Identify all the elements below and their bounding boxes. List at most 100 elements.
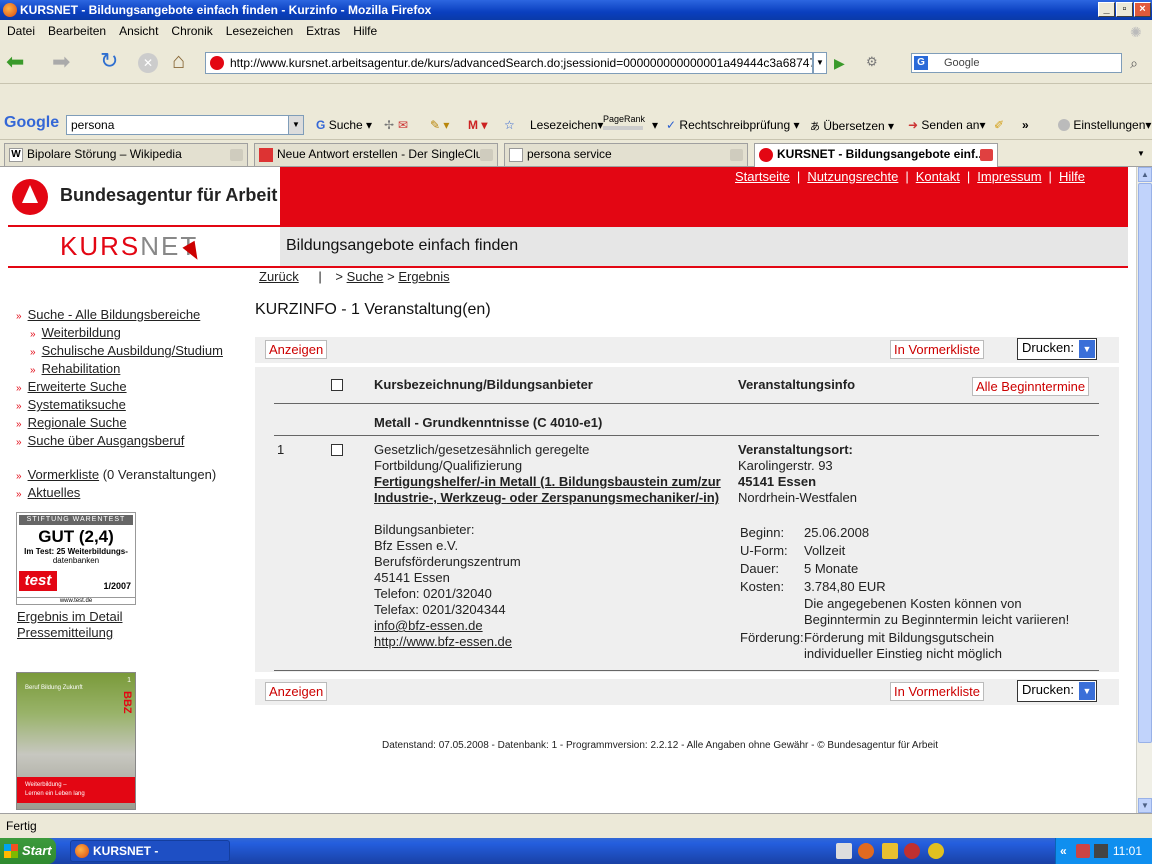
plugin-icon[interactable]: ⚙ xyxy=(866,54,884,72)
tab-close-icon[interactable] xyxy=(230,149,243,161)
google-rechtschreib-button[interactable]: ✓ Rechtschreibprüfung ▾ xyxy=(666,118,800,132)
back-arrow-icon[interactable]: ⬅ xyxy=(6,51,32,74)
quicklaunch-media-icon[interactable] xyxy=(928,843,944,859)
vormerkliste-button[interactable]: In Vormerkliste xyxy=(890,340,984,359)
reload-icon[interactable]: ↻ xyxy=(100,50,124,74)
google-search-input[interactable]: persona xyxy=(66,115,304,135)
crumb-suche[interactable]: Suche xyxy=(347,269,384,284)
google-logo[interactable]: Google xyxy=(4,114,59,132)
course-title-link[interactable]: Fertigungshelfer/-in Metall (1. Bildungs… xyxy=(374,474,721,506)
autofill-icon[interactable]: ✎ ▾ xyxy=(430,118,449,132)
tab-wikipedia[interactable]: W Bipolare Störung – Wikipedia xyxy=(4,143,248,166)
menu-lesezeichen[interactable]: Lesezeichen xyxy=(219,20,299,38)
nav-item-alle[interactable]: » Suche - Alle Bildungsbereiche xyxy=(16,307,223,325)
scrollbar-thumb[interactable] xyxy=(1138,183,1152,743)
nav-item-weiterbildung[interactable]: » Weiterbildung xyxy=(16,325,223,343)
tray-expand-icon[interactable]: « xyxy=(1060,838,1067,864)
crumb-ergebnis[interactable]: Ergebnis xyxy=(398,269,449,284)
quicklaunch-app-icon[interactable] xyxy=(904,843,920,859)
minimize-button[interactable]: _ xyxy=(1098,2,1115,17)
google-lesezeichen-button[interactable]: Lesezeichen▾ xyxy=(530,118,603,132)
quicklaunch-pen-icon[interactable] xyxy=(882,843,898,859)
menu-hilfe[interactable]: Hilfe xyxy=(346,20,383,38)
popup-blocker-icon[interactable]: ✉ xyxy=(398,118,408,132)
scroll-down-icon[interactable]: ▼ xyxy=(1138,798,1152,813)
taskbar-item-firefox[interactable]: KURSNET - Bildungsan... xyxy=(70,840,230,862)
tab-close-icon[interactable] xyxy=(730,149,743,161)
link-startseite[interactable]: Startseite xyxy=(735,169,790,184)
menu-datei[interactable]: Datei xyxy=(0,20,41,38)
pagerank-indicator[interactable]: PageRank xyxy=(603,114,645,130)
google-einstellungen-button[interactable]: Einstellungen▾ xyxy=(1058,118,1151,132)
google-senden-button[interactable]: ➜ Senden an▾ xyxy=(908,118,986,132)
left-navigation: » Suche - Alle Bildungsbereiche » Weiterbi… xyxy=(16,307,223,503)
forward-arrow-icon[interactable]: ➡ xyxy=(52,51,78,74)
menu-bearbeiten[interactable]: Bearbeiten xyxy=(41,20,112,38)
nav-item-rehabilitation[interactable]: » Rehabilitation xyxy=(16,361,223,379)
link-nutzungsrechte[interactable]: Nutzungsrechte xyxy=(807,169,898,184)
stop-icon[interactable]: ✕ xyxy=(138,53,158,73)
quicklaunch-icon[interactable] xyxy=(836,843,852,859)
alle-beginntermine-button[interactable]: Alle Beginntermine xyxy=(972,377,1090,396)
email-link[interactable]: info@bfz-essen.de xyxy=(374,618,721,634)
menu-chronik[interactable]: Chronik xyxy=(164,20,218,38)
web-search-input[interactable]: G Google xyxy=(911,53,1122,73)
bbz-brochure-image[interactable]: Beruf Bildung Zukunft 1 BBZ Weiterbildun… xyxy=(16,672,136,810)
anzeigen-button[interactable]: Anzeigen xyxy=(265,340,328,359)
drucken-select-bottom[interactable]: Drucken: ▼ xyxy=(1017,680,1097,702)
url-dropdown-icon[interactable]: ▼ xyxy=(813,52,827,74)
go-icon[interactable]: ▶ xyxy=(834,53,852,73)
google-uebersetzen-button[interactable]: あ Übersetzen ▾ xyxy=(810,118,894,133)
menu-ansicht[interactable]: Ansicht xyxy=(112,20,164,38)
nav-item-regional[interactable]: » Regionale Suche xyxy=(16,415,223,433)
google-more-button[interactable]: » xyxy=(1022,118,1029,132)
google-dropdown-icon[interactable]: ▼ xyxy=(288,116,303,134)
tab-kursnet[interactable]: KURSNET - Bildungsangebote einf... xyxy=(754,143,998,167)
row-checkbox[interactable] xyxy=(331,444,343,456)
quicklaunch-firefox-icon[interactable] xyxy=(858,843,874,859)
gmail-icon[interactable]: M ▾ xyxy=(468,118,487,132)
scroll-up-icon[interactable]: ▲ xyxy=(1138,167,1152,182)
menu-extras[interactable]: Extras xyxy=(299,20,346,38)
nav-item-ausgangsberuf[interactable]: » Suche über Ausgangsberuf xyxy=(16,433,223,451)
crumb-zurueck[interactable]: Zurück xyxy=(259,269,299,284)
nav-item-aktuelles[interactable]: » Aktuelles xyxy=(16,485,223,503)
link-pressemitteilung[interactable]: Pressemitteilung xyxy=(17,625,113,641)
tray-app-icon[interactable] xyxy=(1076,844,1090,858)
nav-item-schulisch[interactable]: » Schulische Ausbildung/Studium xyxy=(16,343,223,361)
tab-list-icon[interactable]: ▼ xyxy=(1134,146,1148,162)
link-ergebnis-detail[interactable]: Ergebnis im Detail xyxy=(17,609,123,625)
highlighter-icon[interactable]: ✐ xyxy=(994,118,1004,132)
tray-network-icon[interactable] xyxy=(1094,844,1108,858)
search-icon[interactable]: ⌕ xyxy=(1124,53,1144,73)
nav-item-systematik[interactable]: » Systematiksuche xyxy=(16,397,223,415)
tab-close-icon[interactable] xyxy=(980,149,993,161)
test-seal[interactable]: STIFTUNG WARENTEST GUT (2,4) Im Test: 25… xyxy=(16,512,136,605)
forum-icon xyxy=(259,148,273,162)
bookmark-star-icon[interactable]: ☆ xyxy=(504,118,515,132)
anzeigen-button-bottom[interactable]: Anzeigen xyxy=(265,682,328,701)
link-impressum[interactable]: Impressum xyxy=(977,169,1041,184)
maximize-button[interactable]: ▫ xyxy=(1116,2,1133,17)
url-bar[interactable]: http://www.kursnet.arbeitsagentur.de/kur… xyxy=(205,52,813,74)
pagerank-dropdown-icon[interactable]: ▾ xyxy=(652,118,658,132)
vertical-scrollbar[interactable]: ▲ ▼ xyxy=(1136,167,1152,813)
drucken-select[interactable]: Drucken: ▼ xyxy=(1017,338,1097,360)
kursnet-logo[interactable]: KURSNET xyxy=(60,231,198,262)
google-engine-icon[interactable]: G xyxy=(914,56,928,70)
start-button[interactable]: Start xyxy=(0,838,56,864)
tab-persona[interactable]: persona service xyxy=(504,143,748,166)
google-suche-button[interactable]: G Suche ▾ xyxy=(316,118,372,132)
link-kontakt[interactable]: Kontakt xyxy=(916,169,960,184)
website-link[interactable]: http://www.bfz-essen.de xyxy=(374,634,721,650)
nav-item-erweitert[interactable]: » Erweiterte Suche xyxy=(16,379,223,397)
close-button[interactable]: × xyxy=(1134,2,1151,17)
select-all-checkbox[interactable] xyxy=(331,379,343,391)
highlight-icon[interactable]: ✢ xyxy=(384,118,394,132)
tab-singleclub[interactable]: Neue Antwort erstellen - Der SingleClu..… xyxy=(254,143,498,166)
vormerkliste-button-bottom[interactable]: In Vormerkliste xyxy=(890,682,984,701)
tab-close-icon[interactable] xyxy=(480,149,493,161)
link-hilfe[interactable]: Hilfe xyxy=(1059,169,1085,184)
nav-item-vormerkliste[interactable]: » Vormerkliste (0 Veranstaltungen) xyxy=(16,467,223,485)
home-icon[interactable]: ⌂ xyxy=(172,50,196,74)
